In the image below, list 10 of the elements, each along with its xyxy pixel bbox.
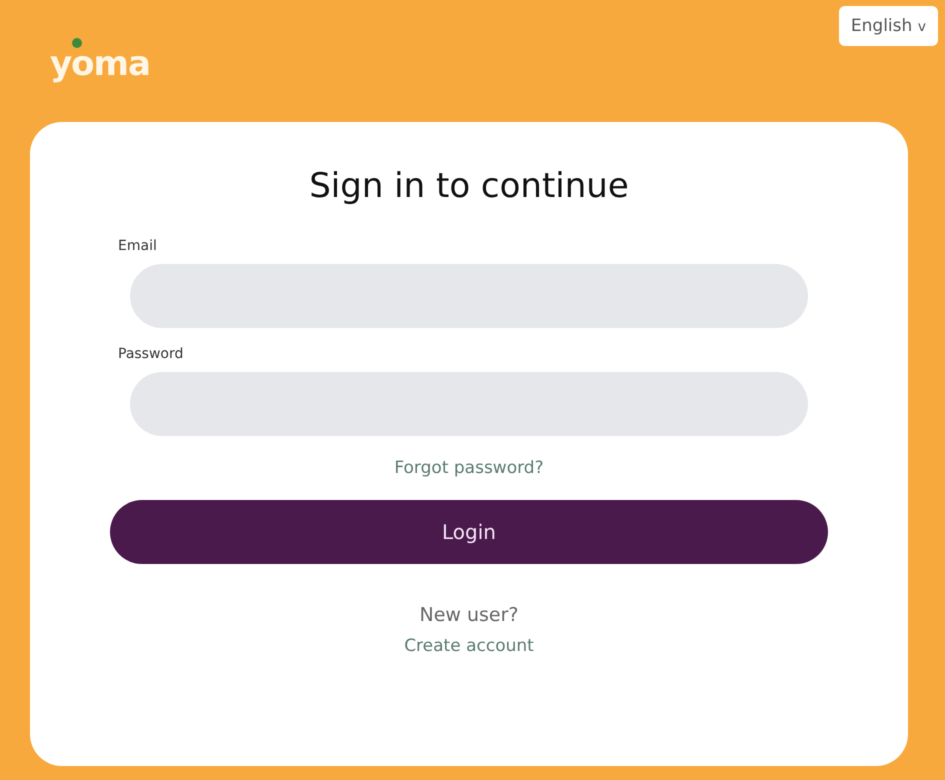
new-user-text: New user? — [419, 604, 518, 626]
language-selector[interactable]: English v — [838, 6, 938, 46]
field-label: Email — [118, 238, 158, 254]
field-label: Password — [118, 346, 184, 362]
dot-icon — [72, 38, 82, 48]
logo: yoma — [50, 44, 150, 84]
page-title: Sign in to continue — [309, 166, 629, 206]
forgot-password-link[interactable]: Forgot password? — [394, 458, 544, 478]
login-button[interactable]: Login — [110, 500, 828, 564]
create-account-link[interactable]: Create account — [404, 636, 534, 656]
